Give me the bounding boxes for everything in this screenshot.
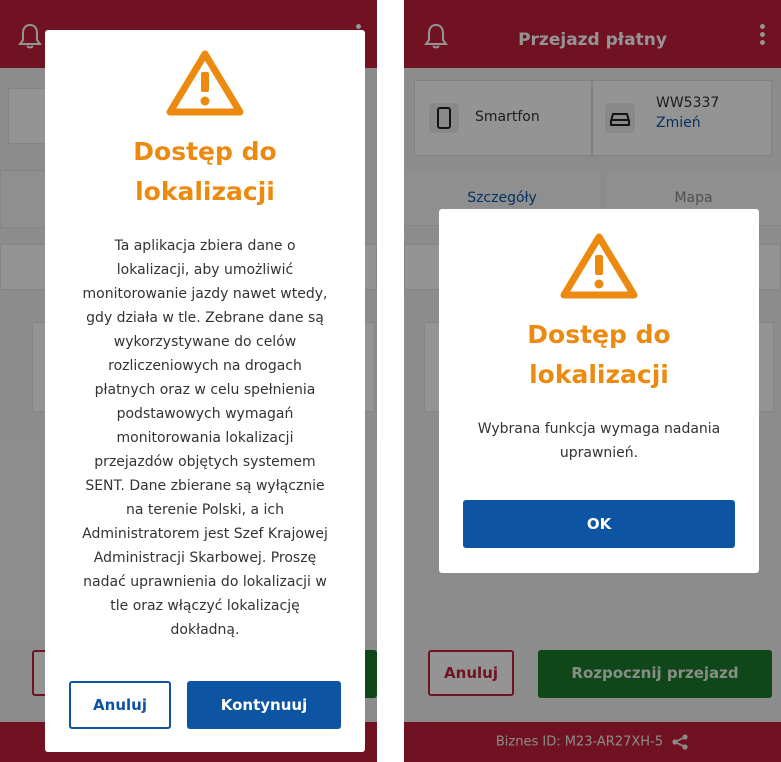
dialog-message-line: przejazdów objętych systemem xyxy=(94,454,316,470)
dialog-message: Wybrana funkcja wymaga nadania uprawnień… xyxy=(477,421,721,461)
dialog-message-line: gdy działa w tle. Zebrane dane są xyxy=(86,310,324,326)
warning-icon xyxy=(560,233,638,299)
dialog-message-line: SENT. Dane zbierane są wyłącznie xyxy=(85,478,325,494)
dialog-message-line: dokładną. xyxy=(170,622,240,638)
dialog-title: Dostęp do lokalizacji xyxy=(527,320,671,389)
dialog-message-line: Administratorem jest Szef Krajowej xyxy=(82,526,328,542)
dialog-message-line: rozliczeniowych na drogach xyxy=(108,358,302,374)
continue-button[interactable]: Kontynuuj xyxy=(187,681,341,729)
dialog-message: Ta aplikacja zbiera dane o lokalizacji, a… xyxy=(45,234,365,642)
dialog-message-line: Administracji Skarbowej. Proszę xyxy=(93,550,317,566)
dialog-message-line: tle oraz włączyć lokalizację xyxy=(110,598,300,614)
dialog-message-line: monitorowania lokalizacji xyxy=(116,430,294,446)
dialog-message-line: wykorzystywane do celów xyxy=(113,334,297,350)
dialog-message-line: lokalizacji, aby umożliwić xyxy=(116,262,294,278)
ok-button[interactable]: OK xyxy=(463,500,735,548)
dialog-message-line: monitorowanie jazdy nawet wtedy, xyxy=(82,286,328,302)
phone-screen-right: Przejazd płatny Smartfon WW5337 Zmień Sz… xyxy=(404,0,781,762)
dialog-message-line: płatnych oraz w celu spełnienia xyxy=(94,382,316,398)
location-access-dialog: Dostęp do lokalizacji Ta aplikacja zbier… xyxy=(45,30,365,752)
location-permission-dialog: Dostęp do lokalizacji Wybrana funkcja wy… xyxy=(439,209,759,573)
dialog-message-line: podstawowych wymagań xyxy=(116,406,294,422)
dialog-message-line: na terenie Polski, a ich xyxy=(126,502,284,518)
dialog-title: Dostęp do lokalizacji xyxy=(133,137,277,206)
dialog-message-line: Ta aplikacja zbiera dane o xyxy=(114,238,296,254)
cancel-button[interactable]: Anuluj xyxy=(69,681,171,729)
warning-icon xyxy=(166,50,244,116)
dialog-message-line: nadać uprawnienia do lokalizacji w xyxy=(83,574,327,590)
